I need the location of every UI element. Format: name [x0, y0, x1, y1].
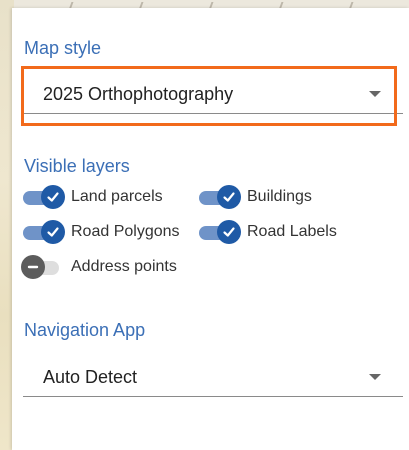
toggle-road-polygons[interactable]: Road Polygons: [21, 219, 180, 245]
switch[interactable]: [197, 219, 241, 245]
map-style-title: Map style: [24, 38, 102, 58]
visible-layers-title: Visible layers: [24, 156, 130, 176]
navigation-app-title: Navigation App: [24, 320, 146, 340]
checkmark-icon: [217, 185, 241, 209]
toggle-label: Address points: [71, 258, 177, 275]
checkmark-icon: [41, 185, 65, 209]
toggle-label: Road Polygons: [71, 223, 180, 240]
switch[interactable]: [197, 184, 241, 210]
select-underline: [23, 113, 403, 114]
toggle-label: Buildings: [247, 188, 312, 205]
checkmark-icon: [41, 220, 65, 244]
switch[interactable]: [21, 219, 65, 245]
toggle-address-points[interactable]: Address points: [21, 254, 177, 280]
map-style-value: 2025 Orthophotography: [43, 84, 234, 104]
toggle-label: Road Labels: [247, 223, 337, 240]
navigation-app-value: Auto Detect: [43, 367, 138, 387]
toggle-road-labels[interactable]: Road Labels: [197, 219, 337, 245]
layer-settings-panel: Map style 2025 Orthophotography Visible …: [12, 8, 409, 450]
switch[interactable]: [21, 254, 65, 280]
chevron-down-icon: [369, 91, 381, 97]
toggle-buildings[interactable]: Buildings: [197, 184, 312, 210]
minus-icon: [21, 255, 45, 279]
checkmark-icon: [217, 220, 241, 244]
navigation-app-select[interactable]: Auto Detect: [23, 357, 403, 397]
select-underline: [23, 396, 403, 397]
switch[interactable]: [21, 184, 65, 210]
chevron-down-icon: [369, 374, 381, 380]
map-style-select[interactable]: 2025 Orthophotography: [23, 74, 403, 114]
toggle-label: Land parcels: [71, 188, 163, 205]
toggle-land-parcels[interactable]: Land parcels: [21, 184, 163, 210]
